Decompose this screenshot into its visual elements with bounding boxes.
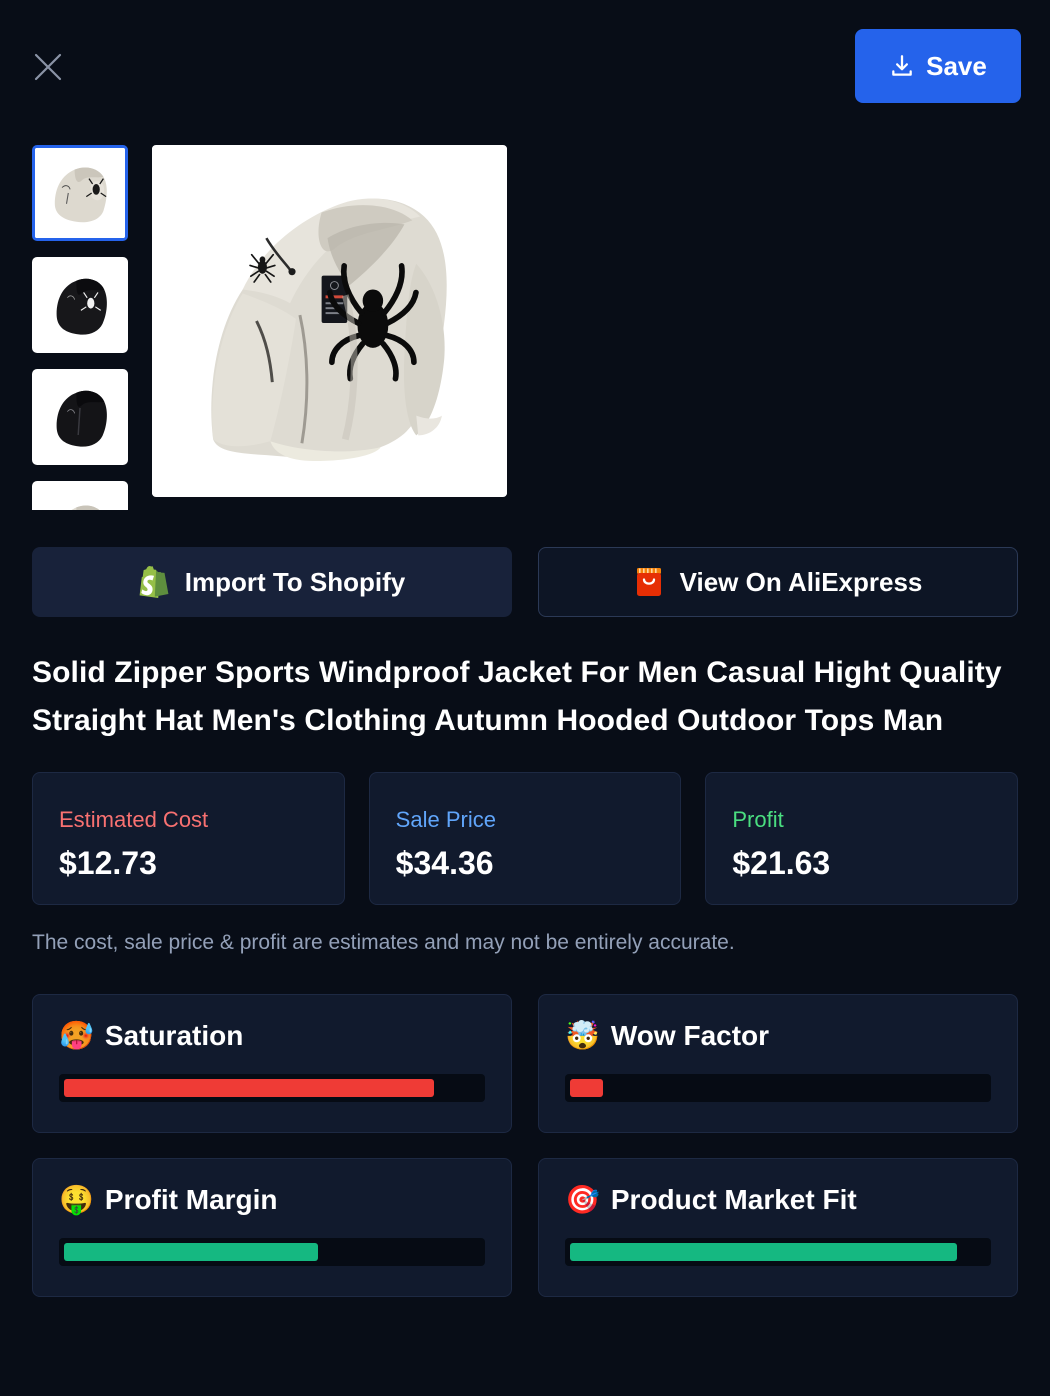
save-button[interactable]: Save: [855, 29, 1021, 103]
metric-header: 🤑 Profit Margin: [59, 1183, 485, 1217]
sale-price-value: $34.36: [395, 845, 494, 881]
action-button-row: Import To Shopify View On AliExpress: [0, 547, 1050, 617]
import-to-shopify-label: Import To Shopify: [184, 566, 406, 597]
metric-label-saturation: Saturation: [104, 1020, 244, 1051]
wow-factor-progress-track: [565, 1074, 991, 1102]
import-to-shopify-button[interactable]: Import To Shopify: [32, 547, 512, 617]
profit-value: $21.63: [732, 845, 831, 881]
pricing-summary-row: Estimated Cost $12.73 Sale Price $34.36 …: [0, 772, 1050, 905]
profit-margin-progress-fill: [64, 1243, 318, 1261]
product-gallery: [0, 145, 1050, 510]
metric-label-profit-margin: Profit Margin: [104, 1184, 278, 1215]
saturation-progress-track: [59, 1074, 485, 1102]
close-icon[interactable]: [31, 50, 65, 84]
top-bar: Save: [0, 0, 1050, 131]
direct-hit-icon: 🎯: [565, 1184, 600, 1215]
exploding-head-icon: 🤯: [565, 1020, 600, 1051]
profit-margin-progress-track: [59, 1238, 485, 1266]
page-title: Solid Zipper Sports Windproof Jacket For…: [32, 656, 1002, 737]
wow-factor-progress-fill: [570, 1079, 604, 1097]
metric-label-wow-factor: Wow Factor: [610, 1020, 770, 1051]
metric-card-grid: 🥵 Saturation 🤯 Wow Factor 🤑 Profit Margi…: [0, 994, 1050, 1297]
metric-header: 🥵 Saturation: [59, 1019, 485, 1053]
metric-card-product-market-fit: 🎯 Product Market Fit: [538, 1158, 1018, 1297]
shopify-bag-icon: [139, 566, 169, 598]
product-detail-panel: Save Import To Shopify View On AliExpres…: [0, 0, 1050, 1396]
estimated-cost-card: Estimated Cost $12.73: [32, 772, 345, 905]
main-product-image[interactable]: [152, 145, 507, 497]
sale-price-label: Sale Price: [395, 807, 496, 832]
thumbnail-item-1[interactable]: [32, 145, 128, 241]
metric-card-wow-factor: 🤯 Wow Factor: [538, 994, 1018, 1133]
view-on-aliexpress-button[interactable]: View On AliExpress: [538, 547, 1018, 617]
metric-header: 🤯 Wow Factor: [565, 1019, 991, 1053]
save-button-label: Save: [926, 50, 987, 81]
product-market-fit-progress-track: [565, 1238, 991, 1266]
aliexpress-bag-icon: [636, 568, 661, 596]
profit-label: Profit: [732, 807, 784, 832]
hot-face-icon: 🥵: [59, 1020, 94, 1051]
thumbnail-list[interactable]: [32, 145, 128, 510]
thumbnail-item-3[interactable]: [32, 369, 128, 465]
metric-label-product-market-fit: Product Market Fit: [610, 1184, 857, 1215]
metric-header: 🎯 Product Market Fit: [565, 1183, 991, 1217]
thumbnail-item-4[interactable]: [32, 481, 128, 510]
saturation-progress-fill: [64, 1079, 435, 1097]
thumbnail-item-2[interactable]: [32, 257, 128, 353]
metric-card-profit-margin: 🤑 Profit Margin: [32, 1158, 512, 1297]
pricing-disclaimer: The cost, sale price & profit are estima…: [32, 931, 735, 954]
estimated-cost-value: $12.73: [59, 845, 157, 881]
profit-card: Profit $21.63: [705, 772, 1019, 905]
sale-price-card: Sale Price $34.36: [368, 772, 682, 905]
product-market-fit-progress-fill: [570, 1243, 957, 1261]
money-mouth-face-icon: 🤑: [59, 1184, 94, 1215]
estimated-cost-label: Estimated Cost: [59, 807, 209, 832]
metric-card-saturation: 🥵 Saturation: [32, 994, 512, 1133]
view-on-aliexpress-label: View On AliExpress: [679, 566, 923, 597]
download-icon: [892, 55, 912, 76]
